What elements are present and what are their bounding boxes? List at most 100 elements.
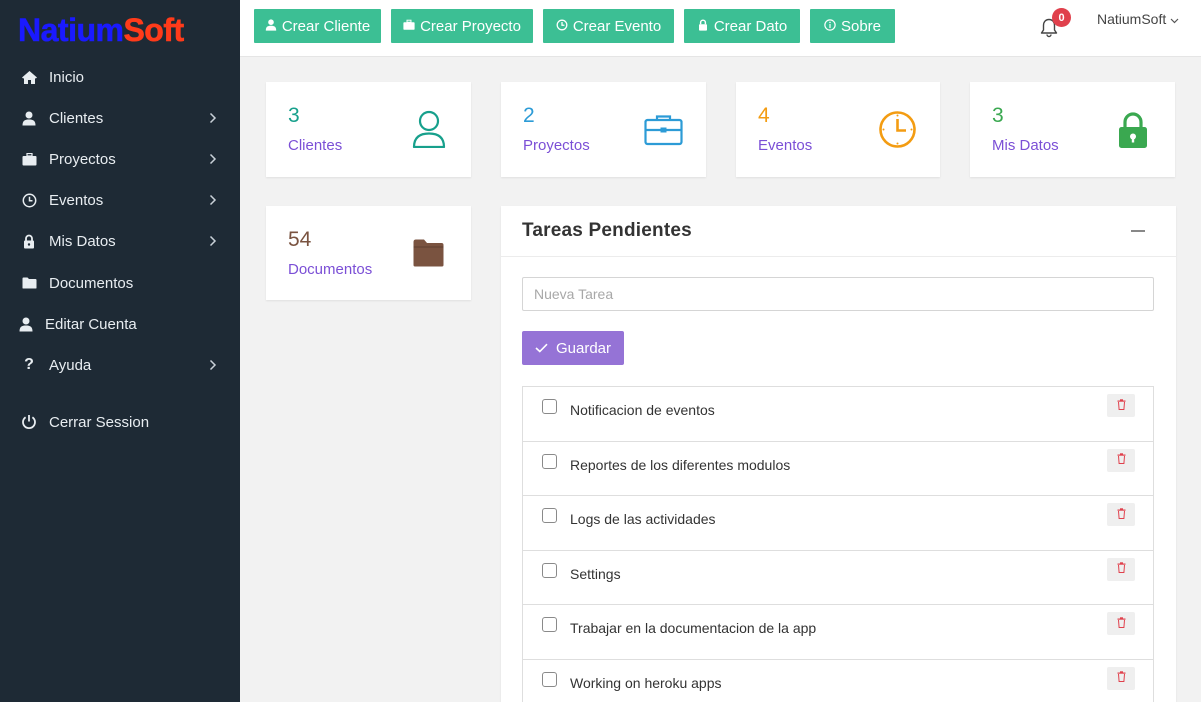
delete-task-button[interactable]: [1107, 666, 1135, 690]
sidebar-item-mis-datos[interactable]: Mis Datos: [0, 226, 240, 256]
task-checkbox[interactable]: [542, 399, 557, 414]
trash-icon: [1117, 506, 1126, 524]
sidebar-item-proyectos[interactable]: Proyectos: [0, 144, 240, 174]
task-text: Trabajar en la documentacion de la app: [570, 620, 817, 637]
stat-label: Mis Datos: [992, 137, 1059, 154]
sidebar-item-eventos[interactable]: Eventos: [0, 185, 240, 215]
clock-icon: [878, 110, 917, 154]
stat-label: Proyectos: [523, 137, 590, 154]
sidebar: Natium Soft Inicio Clientes Proyectos Eve…: [0, 0, 240, 702]
sidebar-item-editar-cuenta[interactable]: Editar Cuenta: [0, 309, 240, 339]
stat-card-eventos[interactable]: 4 Eventos: [736, 82, 940, 177]
crear-dato-button[interactable]: Crear Dato: [684, 9, 800, 43]
sidebar-item-label: Ayuda: [49, 356, 92, 374]
stat-label: Documentos: [288, 261, 373, 278]
chevron-right-icon: [206, 193, 220, 207]
task-checkbox[interactable]: [542, 671, 557, 687]
lock-icon: [697, 18, 709, 35]
sidebar-item-documentos[interactable]: Documentos: [0, 268, 240, 298]
button-label: Crear Evento: [572, 17, 662, 35]
notification-count-badge: 0: [1052, 8, 1071, 27]
briefcase-icon: [403, 18, 415, 35]
stat-card-proyectos[interactable]: 2 Proyectos: [501, 82, 706, 177]
trash-icon: [1117, 669, 1126, 687]
task-text: Reportes de los diferentes modulos: [570, 456, 791, 473]
sidebar-item-inicio[interactable]: Inicio: [0, 62, 240, 92]
task-text: Logs de las actividades: [570, 511, 716, 528]
lock-icon: [1118, 112, 1148, 154]
stat-card-mis-datos[interactable]: 3 Mis Datos: [970, 82, 1175, 177]
sidebar-item-label: Eventos: [49, 191, 104, 209]
task-checkbox[interactable]: [542, 453, 557, 469]
task-row: Reportes de los diferentes modulos: [523, 442, 1153, 497]
crear-evento-button[interactable]: Crear Evento: [543, 9, 674, 43]
divider: [501, 256, 1176, 257]
sidebar-item-ayuda[interactable]: ? Ayuda: [0, 350, 240, 380]
task-text: Settings: [570, 565, 621, 582]
nueva-tarea-input[interactable]: [522, 277, 1154, 311]
chevron-right-icon: [206, 111, 220, 125]
topbar: Crear Cliente Crear Proyecto Crear Event…: [240, 0, 1201, 57]
stat-label: Eventos: [758, 137, 813, 154]
sidebar-item-label: Cerrar Session: [49, 413, 150, 431]
task-row: Logs de las actividades: [523, 496, 1153, 551]
sidebar-item-label: Editar Cuenta: [45, 315, 137, 333]
check-icon: [535, 340, 548, 357]
question-icon: ?: [24, 356, 34, 373]
folder-icon: [20, 274, 38, 292]
briefcase-icon: [20, 150, 38, 168]
button-label: Crear Dato: [713, 17, 788, 35]
power-icon: [20, 413, 38, 431]
button-label: Guardar: [555, 339, 612, 357]
username: NatiumSoft: [1097, 11, 1167, 27]
task-row: Notificacion de eventos: [523, 387, 1153, 442]
crear-proyecto-button[interactable]: Crear Proyecto: [391, 9, 533, 43]
task-list: Notificacion de eventos Reportes de los …: [522, 386, 1154, 702]
task-row: Working on heroku apps: [523, 660, 1153, 702]
sobre-button[interactable]: Sobre: [810, 9, 895, 43]
user-icon: [20, 109, 38, 127]
task-text: Working on heroku apps: [570, 674, 722, 691]
button-label: Crear Cliente: [281, 17, 371, 35]
stat-card-clientes[interactable]: 3 Clientes: [266, 82, 471, 177]
task-checkbox[interactable]: [542, 562, 557, 578]
clock-icon: [20, 191, 38, 209]
home-icon: [20, 68, 38, 86]
delete-task-button[interactable]: [1107, 557, 1135, 581]
delete-task-button[interactable]: [1107, 448, 1135, 472]
guardar-button[interactable]: Guardar: [522, 331, 624, 365]
user-icon: [265, 18, 277, 35]
task-checkbox[interactable]: [542, 508, 557, 524]
chevron-right-icon: [206, 152, 220, 166]
app-logo[interactable]: Natium Soft: [18, 8, 228, 52]
info-icon: [824, 18, 836, 35]
tareas-pendientes-panel: Tareas Pendientes Guardar Notificacion d…: [501, 206, 1176, 702]
delete-task-button[interactable]: [1107, 612, 1135, 636]
lock-icon: [20, 232, 38, 250]
stat-label: Clientes: [288, 137, 343, 154]
delete-task-button[interactable]: [1107, 394, 1135, 417]
stat-card-documentos[interactable]: 54 Documentos: [266, 206, 471, 300]
chevron-down-icon: [1170, 11, 1179, 27]
delete-task-button[interactable]: [1107, 503, 1135, 527]
user-icon: [17, 315, 35, 333]
logo-text-part2: Soft: [123, 11, 184, 48]
sidebar-item-clientes[interactable]: Clientes: [0, 103, 240, 133]
trash-icon: [1117, 397, 1126, 415]
sidebar-item-cerrar-session[interactable]: Cerrar Session: [0, 407, 240, 437]
stat-value: 3: [288, 104, 300, 127]
crear-cliente-button[interactable]: Crear Cliente: [254, 9, 381, 43]
button-label: Crear Proyecto: [420, 17, 521, 35]
sidebar-item-label: Clientes: [49, 109, 104, 127]
sidebar-item-label: Inicio: [49, 68, 85, 86]
chevron-right-icon: [206, 358, 220, 372]
trash-icon: [1117, 451, 1126, 469]
task-text: Notificacion de eventos: [570, 402, 715, 418]
user-menu[interactable]: NatiumSoft: [1097, 11, 1179, 27]
panel-title: Tareas Pendientes: [522, 220, 692, 241]
folder-icon: [412, 238, 445, 273]
sidebar-item-label: Proyectos: [49, 150, 116, 168]
sidebar-item-label: Documentos: [49, 274, 134, 292]
task-checkbox[interactable]: [542, 617, 557, 633]
minimize-icon[interactable]: [1131, 230, 1145, 232]
